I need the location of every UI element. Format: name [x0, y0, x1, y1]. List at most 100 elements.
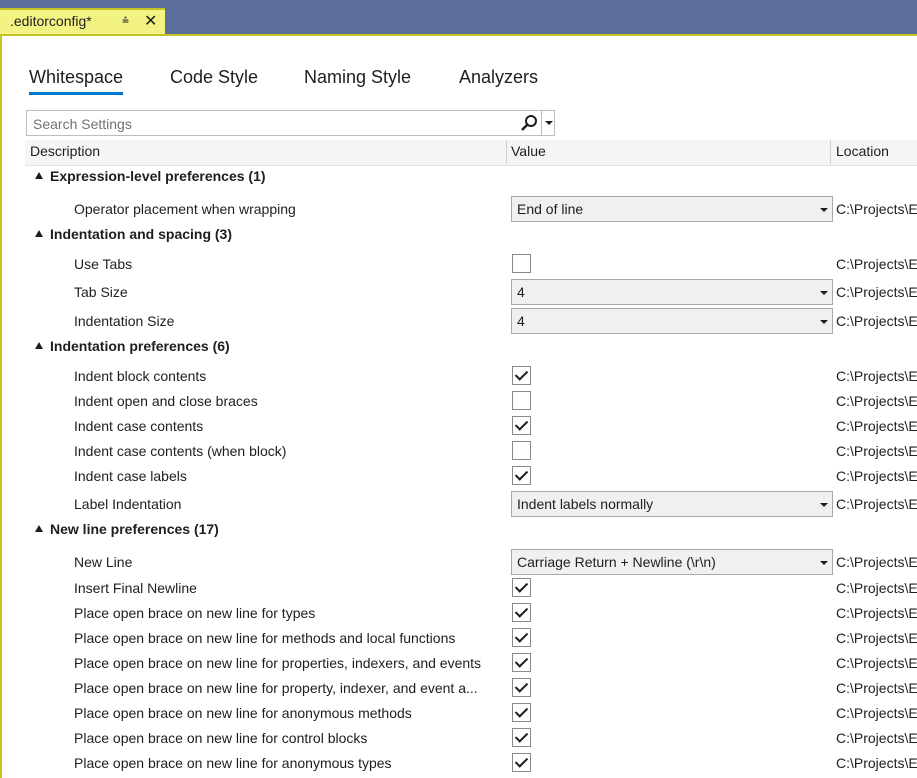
- setting-dropdown[interactable]: End of line: [511, 196, 833, 222]
- setting-label: Indent case labels: [74, 468, 187, 484]
- setting-label: Indent case contents (when block): [74, 443, 287, 459]
- setting-location: C:\Projects\E: [836, 418, 917, 434]
- setting-label: Place open brace on new line for control…: [74, 730, 368, 746]
- setting-row: Label Indentation Indent labels normally C…: [25, 490, 917, 519]
- setting-row: Use Tabs C:\Projects\E: [25, 253, 917, 278]
- setting-row: Place open brace on new line for control…: [25, 727, 917, 752]
- group-label: Expression-level preferences (1): [50, 168, 266, 184]
- setting-row: Place open brace on new line for methods…: [25, 627, 917, 652]
- setting-location: C:\Projects\E: [836, 705, 917, 721]
- setting-dropdown[interactable]: 4: [511, 308, 833, 334]
- dropdown-value: End of line: [517, 201, 584, 217]
- setting-label: Use Tabs: [74, 256, 133, 272]
- setting-row: Place open brace on new line for types C:…: [25, 602, 917, 627]
- group-header-row[interactable]: Indentation preferences (6): [25, 336, 917, 358]
- column-splitter[interactable]: [830, 140, 831, 164]
- pin-icon[interactable]: ⩮: [122, 13, 129, 28]
- setting-label: Place open brace on new line for propert…: [74, 655, 482, 671]
- chevron-down-icon: [820, 561, 828, 565]
- document-tabstrip: .editorconfig* ⩮ ✕: [0, 0, 917, 34]
- setting-row: Place open brace on new line for propert…: [25, 677, 917, 702]
- setting-checkbox[interactable]: [512, 441, 531, 460]
- setting-checkbox[interactable]: [512, 753, 531, 772]
- setting-dropdown[interactable]: Carriage Return + Newline (\r\n): [511, 549, 833, 575]
- setting-label: Indent open and close braces: [74, 393, 258, 409]
- setting-row: Indent open and close braces C:\Projects\…: [25, 390, 917, 415]
- setting-location: C:\Projects\E: [836, 655, 917, 671]
- search-input[interactable]: [31, 114, 505, 134]
- collapse-triangle-icon[interactable]: [35, 525, 43, 532]
- setting-checkbox[interactable]: [512, 678, 531, 697]
- setting-checkbox[interactable]: [512, 366, 531, 385]
- chevron-down-icon: [820, 291, 828, 295]
- tab-whitespace[interactable]: Whitespace: [29, 67, 124, 95]
- setting-checkbox[interactable]: [512, 628, 531, 647]
- collapse-triangle-icon[interactable]: [35, 342, 43, 349]
- dropdown-value: Carriage Return + Newline (\r\n): [517, 554, 716, 570]
- setting-row: Indentation Size 4 C:\Projects\E: [25, 307, 917, 336]
- grid-header: Description Value Location: [25, 140, 917, 166]
- left-accent-border: [0, 36, 2, 778]
- group-header-row[interactable]: New line preferences (17): [25, 519, 917, 541]
- setting-checkbox[interactable]: [512, 416, 531, 435]
- setting-row: Tab Size 4 C:\Projects\E: [25, 278, 917, 307]
- setting-checkbox[interactable]: [512, 254, 531, 273]
- settings-grid: Expression-level preferences (1) Operator…: [25, 166, 917, 778]
- setting-label: Indent block contents: [74, 368, 207, 384]
- setting-row: Indent case labels C:\Projects\E: [25, 465, 917, 490]
- dropdown-value: 4: [517, 313, 525, 329]
- setting-label: Insert Final Newline: [74, 580, 197, 596]
- document-tab-title: .editorconfig*: [10, 13, 92, 29]
- tab-naming-style[interactable]: Naming Style: [304, 67, 411, 88]
- chevron-down-icon: [820, 320, 828, 324]
- setting-checkbox[interactable]: [512, 653, 531, 672]
- setting-location: C:\Projects\E: [836, 284, 917, 300]
- search-box: [26, 110, 555, 136]
- group-label: New line preferences (17): [50, 521, 219, 537]
- setting-checkbox[interactable]: [512, 578, 531, 597]
- group-header-row[interactable]: Expression-level preferences (1): [25, 166, 917, 188]
- tab-accent-line: [0, 34, 917, 36]
- group-label: Indentation preferences (6): [50, 338, 230, 354]
- setting-location: C:\Projects\E: [836, 755, 917, 771]
- setting-location: C:\Projects\E: [836, 580, 917, 596]
- dropdown-value: Indent labels normally: [517, 496, 654, 512]
- setting-location: C:\Projects\E: [836, 496, 917, 512]
- setting-label: Tab Size: [74, 284, 128, 300]
- setting-row: Indent case contents C:\Projects\E: [25, 415, 917, 440]
- setting-checkbox[interactable]: [512, 728, 531, 747]
- search-icon[interactable]: [519, 113, 539, 133]
- chevron-down-icon: [820, 503, 828, 507]
- column-header-location[interactable]: Location: [836, 143, 889, 159]
- setting-location: C:\Projects\E: [836, 605, 917, 621]
- collapse-triangle-icon[interactable]: [35, 172, 43, 179]
- setting-checkbox[interactable]: [512, 391, 531, 410]
- setting-dropdown[interactable]: Indent labels normally: [511, 491, 833, 517]
- setting-location: C:\Projects\E: [836, 630, 917, 646]
- search-options-dropdown[interactable]: [541, 111, 555, 135]
- setting-checkbox[interactable]: [512, 703, 531, 722]
- setting-checkbox[interactable]: [512, 466, 531, 485]
- column-header-description[interactable]: Description: [30, 143, 100, 159]
- setting-label: Label Indentation: [74, 496, 182, 512]
- setting-label: Place open brace on new line for anonymo…: [74, 705, 412, 721]
- chevron-down-icon: [820, 208, 828, 212]
- collapse-triangle-icon[interactable]: [35, 230, 43, 237]
- column-splitter[interactable]: [506, 140, 507, 164]
- setting-location: C:\Projects\E: [836, 313, 917, 329]
- setting-dropdown[interactable]: 4: [511, 279, 833, 305]
- setting-row: Operator placement when wrapping End of l…: [25, 195, 917, 224]
- column-header-value[interactable]: Value: [511, 143, 546, 159]
- close-icon[interactable]: ✕: [144, 11, 157, 31]
- tab-code-style[interactable]: Code Style: [170, 67, 258, 88]
- dropdown-value: 4: [517, 284, 525, 300]
- setting-location: C:\Projects\E: [836, 730, 917, 746]
- setting-label: Place open brace on new line for methods…: [74, 630, 456, 646]
- setting-checkbox[interactable]: [512, 603, 531, 622]
- setting-location: C:\Projects\E: [836, 368, 917, 384]
- setting-row: Indent block contents C:\Projects\E: [25, 365, 917, 390]
- document-tab[interactable]: .editorconfig* ⩮ ✕: [0, 8, 165, 34]
- group-header-row[interactable]: Indentation and spacing (3): [25, 224, 917, 246]
- tab-analyzers[interactable]: Analyzers: [459, 67, 538, 88]
- setting-row: Place open brace on new line for propert…: [25, 652, 917, 677]
